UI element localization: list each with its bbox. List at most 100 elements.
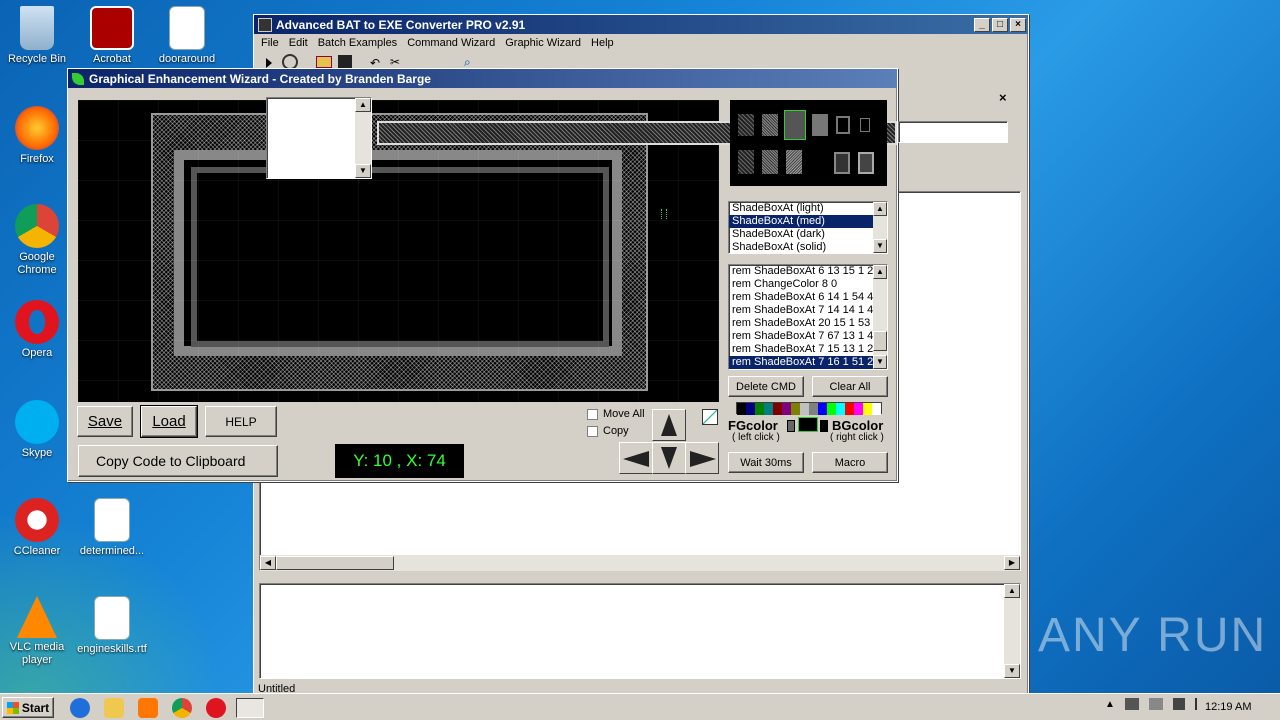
- clock[interactable]: 12:19 AM: [1205, 701, 1251, 713]
- output-scrollbar[interactable]: ▲ ▼: [1004, 584, 1020, 678]
- move-all-checkbox[interactable]: Move All: [587, 408, 645, 420]
- scroll-down-arrow[interactable]: ▼: [1004, 664, 1020, 678]
- chrome-taskbar-icon[interactable]: [172, 698, 192, 718]
- opera-taskbar-icon[interactable]: [206, 698, 226, 718]
- palette-swatch[interactable]: [746, 403, 755, 415]
- bat-converter-taskbar-button[interactable]: [236, 698, 264, 718]
- load-button[interactable]: Load: [140, 405, 198, 438]
- clear-all-button[interactable]: Clear All: [812, 376, 888, 397]
- menu-file[interactable]: File: [256, 37, 284, 49]
- command-list-scrollbar[interactable]: ▲ ▼: [873, 265, 887, 369]
- palette-swatch[interactable]: [854, 403, 863, 415]
- arrow-up-button[interactable]: [652, 409, 686, 441]
- scroll-down-arrow[interactable]: ▼: [355, 164, 371, 178]
- desktop-icon-engineskills[interactable]: engineskills.rtf: [75, 596, 149, 656]
- desktop-icon-chrome[interactable]: Google Chrome: [0, 204, 74, 277]
- pattern-picker[interactable]: [730, 100, 887, 186]
- explorer-folder-icon[interactable]: [104, 698, 124, 718]
- flag-icon[interactable]: [1194, 698, 1205, 710]
- scroll-thumb[interactable]: [276, 556, 394, 570]
- desktop-icon-acrobat[interactable]: Acrobat: [75, 6, 149, 66]
- desktop-icon-vlc[interactable]: VLC media player: [0, 596, 74, 667]
- palette-swatch[interactable]: [872, 403, 881, 415]
- close-button[interactable]: ×: [1010, 17, 1026, 32]
- palette-swatch[interactable]: [863, 403, 872, 415]
- save-disk-icon[interactable]: [338, 55, 352, 69]
- pattern-dark-2[interactable]: [786, 150, 802, 174]
- style-list-scrollbar[interactable]: ▲ ▼: [873, 202, 887, 253]
- palette-swatch[interactable]: [845, 403, 854, 415]
- run-icon[interactable]: [266, 58, 272, 68]
- wizard-title-bar[interactable]: Graphical Enhancement Wizard - Created b…: [68, 69, 897, 88]
- style-item-solid[interactable]: ShadeBoxAt (solid): [729, 241, 887, 254]
- ie-icon[interactable]: [70, 698, 90, 718]
- panel-close-icon[interactable]: ×: [999, 90, 1007, 105]
- menu-command-wizard[interactable]: Command Wizard: [402, 37, 500, 49]
- desktop-icon-dooraround[interactable]: dooraround: [150, 6, 224, 66]
- palette-swatch[interactable]: [836, 403, 845, 415]
- printer-icon[interactable]: [1148, 698, 1163, 710]
- eyedropper-icon[interactable]: [702, 409, 718, 425]
- drawing-canvas[interactable]: [78, 100, 719, 402]
- command-item[interactable]: rem ShadeBoxAt 6 13 15 1 2: [729, 265, 873, 278]
- palette-swatch[interactable]: [818, 403, 827, 415]
- command-item[interactable]: rem ShadeBoxAt 6 14 1 54 4: [729, 291, 873, 304]
- pattern-frame-thin[interactable]: [860, 118, 870, 132]
- menu-help[interactable]: Help: [586, 37, 619, 49]
- pattern-solid[interactable]: [812, 114, 828, 136]
- media-player-icon[interactable]: [138, 698, 158, 718]
- palette-swatch[interactable]: [755, 403, 764, 415]
- pattern-box-2[interactable]: [834, 152, 850, 174]
- command-item-selected[interactable]: rem ShadeBoxAt 7 16 1 51 2: [729, 356, 873, 369]
- bg-color-swatch[interactable]: [820, 420, 828, 432]
- scroll-down-arrow[interactable]: ▼: [873, 239, 887, 253]
- macro-button[interactable]: Macro: [812, 452, 888, 473]
- scroll-thumb[interactable]: [873, 331, 887, 351]
- desktop-icon-determined[interactable]: determined...: [75, 498, 149, 558]
- menu-batch-examples[interactable]: Batch Examples: [313, 37, 402, 49]
- palette-swatch[interactable]: [809, 403, 818, 415]
- wait-30ms-button[interactable]: Wait 30ms: [728, 452, 804, 473]
- scroll-up-arrow[interactable]: ▲: [873, 202, 887, 216]
- pattern-medium[interactable]: [762, 114, 778, 136]
- swap-colors-icon[interactable]: [798, 417, 818, 432]
- desktop-icon-opera[interactable]: Opera: [0, 300, 74, 360]
- minimize-button[interactable]: _: [974, 17, 990, 32]
- menu-edit[interactable]: Edit: [284, 37, 313, 49]
- style-item-light[interactable]: ShadeBoxAt (light): [729, 202, 887, 215]
- help-button[interactable]: HELP: [205, 406, 277, 437]
- desktop-icon-recycle-bin[interactable]: Recycle Bin: [0, 6, 74, 66]
- desktop-icon-skype[interactable]: Skype: [0, 400, 74, 460]
- delete-cmd-button[interactable]: Delete CMD: [728, 376, 804, 397]
- fg-color-swatch[interactable]: [787, 420, 795, 432]
- horizontal-scrollbar[interactable]: ◀ ▶: [260, 555, 1020, 571]
- arrow-left-button[interactable]: [619, 442, 653, 474]
- scroll-up-arrow[interactable]: ▲: [355, 98, 371, 112]
- command-item[interactable]: rem ShadeBoxAt 7 15 13 1 2: [729, 343, 873, 356]
- pattern-frame[interactable]: [836, 116, 850, 134]
- scroll-down-arrow[interactable]: ▼: [873, 355, 887, 369]
- palette-swatch[interactable]: [764, 403, 773, 415]
- copy-checkbox[interactable]: Copy: [587, 425, 629, 437]
- command-item[interactable]: rem ShadeBoxAt 7 14 14 1 4: [729, 304, 873, 317]
- command-list[interactable]: rem ShadeBoxAt 6 13 15 1 2 rem ChangeCol…: [728, 264, 888, 370]
- style-item-med[interactable]: ShadeBoxAt (med): [729, 215, 887, 228]
- tray-expand-icon[interactable]: ▲: [1105, 699, 1115, 710]
- command-item[interactable]: rem ShadeBoxAt 20 15 1 53 4: [729, 317, 873, 330]
- preview-list[interactable]: ▲ ▼: [266, 97, 372, 179]
- scroll-right-arrow[interactable]: ▶: [1004, 556, 1020, 570]
- start-button[interactable]: Start: [2, 697, 54, 718]
- open-folder-icon[interactable]: [316, 56, 332, 68]
- palette-swatch[interactable]: [737, 403, 746, 415]
- copy-code-button[interactable]: Copy Code to Clipboard: [78, 445, 278, 477]
- palette-swatch[interactable]: [827, 403, 836, 415]
- volume-icon[interactable]: [1172, 698, 1185, 710]
- palette-swatch[interactable]: [773, 403, 782, 415]
- scroll-left-arrow[interactable]: ◀: [260, 556, 276, 570]
- desktop-icon-ccleaner[interactable]: CCleaner: [0, 498, 74, 558]
- output-pane[interactable]: ▲ ▼: [259, 583, 1021, 679]
- menu-graphic-wizard[interactable]: Graphic Wizard: [500, 37, 586, 49]
- palette-swatch[interactable]: [800, 403, 809, 415]
- arrow-right-button[interactable]: [685, 442, 719, 474]
- scroll-up-arrow[interactable]: ▲: [873, 265, 887, 279]
